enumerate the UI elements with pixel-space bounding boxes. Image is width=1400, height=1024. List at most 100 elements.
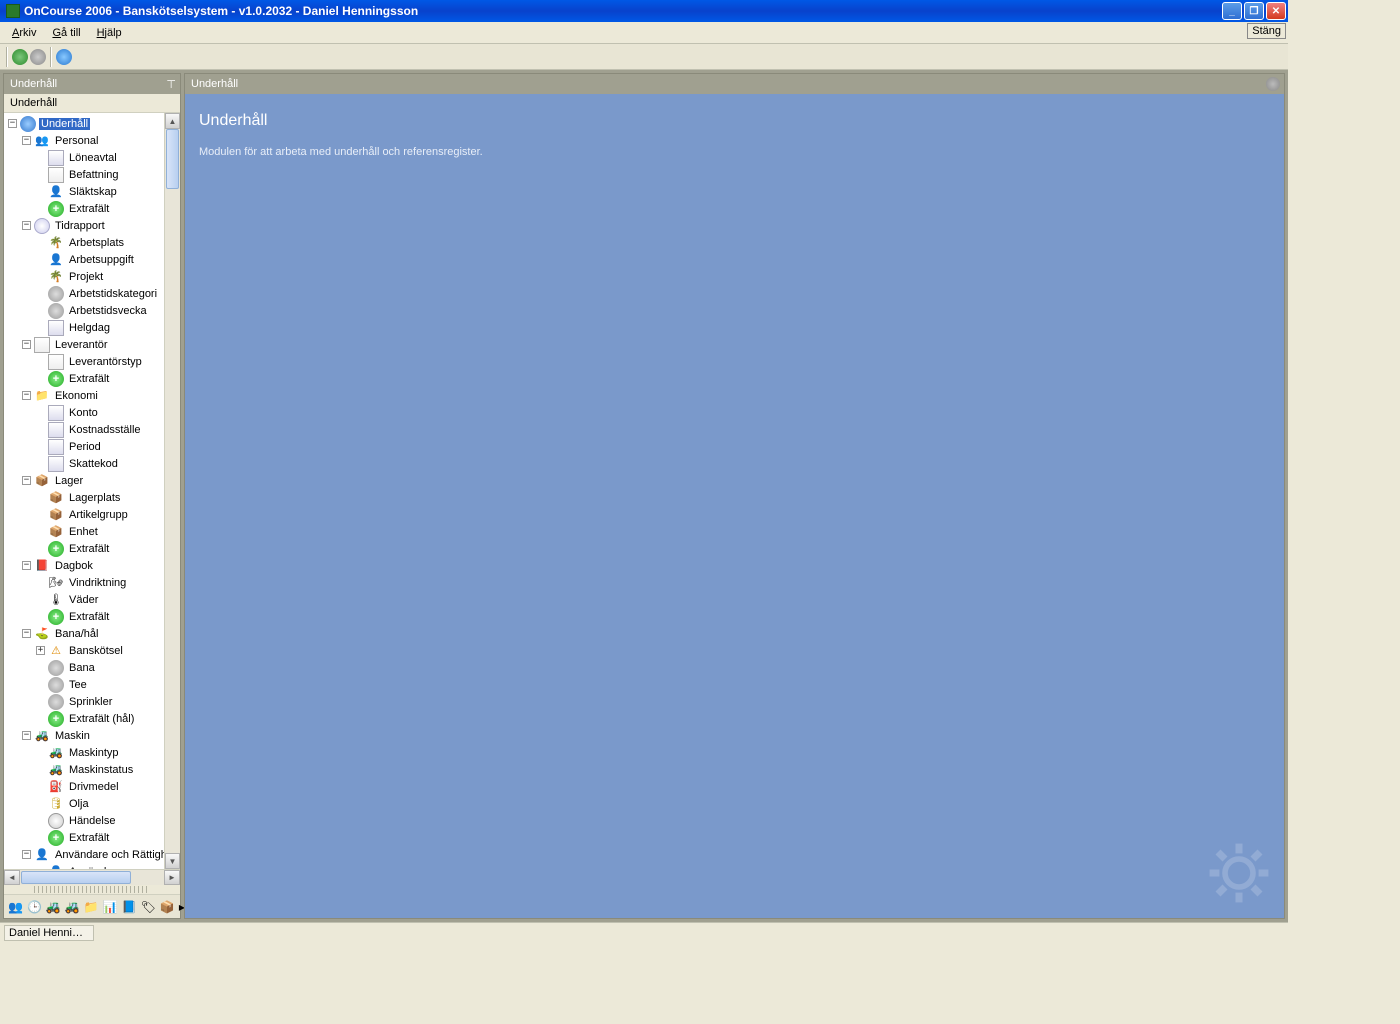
tree-node-bana[interactable]: Bana bbox=[4, 659, 180, 676]
tag-icon[interactable]: 🏷 bbox=[141, 899, 156, 915]
scroll-left-button[interactable]: ◄ bbox=[4, 870, 20, 885]
tree-node-olja[interactable]: 🛢Olja bbox=[4, 795, 180, 812]
tree-node-leverantor[interactable]: −Leverantör bbox=[4, 336, 180, 353]
plus-icon: + bbox=[48, 541, 64, 557]
tree-node-tidrapport[interactable]: −Tidrapport bbox=[4, 217, 180, 234]
tree-node-drivmedel[interactable]: ⛽Drivmedel bbox=[4, 778, 180, 795]
tree-node-projekt[interactable]: 🌴Projekt bbox=[4, 268, 180, 285]
tax-icon bbox=[48, 456, 64, 472]
horizontal-scrollbar[interactable]: ◄ ► bbox=[4, 869, 180, 885]
scroll-thumb[interactable] bbox=[166, 129, 179, 189]
scroll-down-button[interactable]: ▼ bbox=[165, 853, 180, 869]
tree-node-anvandare-sub[interactable]: 👤Användare bbox=[4, 863, 180, 869]
tree-node-maskinstatus[interactable]: 🚜Maskinstatus bbox=[4, 761, 180, 778]
warning-icon: ⚠ bbox=[48, 643, 64, 659]
week-icon bbox=[48, 303, 64, 319]
tree-node-extrafalt-hal[interactable]: +Extrafält (hål) bbox=[4, 710, 180, 727]
tree-node-arbetstidskategori[interactable]: Arbetstidskategori bbox=[4, 285, 180, 302]
content-help-icon[interactable] bbox=[1266, 77, 1280, 91]
tractor-icon[interactable]: 🚜 bbox=[46, 899, 61, 915]
tree-node-dagbok[interactable]: −📕Dagbok bbox=[4, 557, 180, 574]
maximize-button[interactable]: ❐ bbox=[1244, 2, 1264, 20]
tree-node-leverantorstyp[interactable]: Leverantörstyp bbox=[4, 353, 180, 370]
tree-node-enhet[interactable]: 📦Enhet bbox=[4, 523, 180, 540]
tractor-icon: 🚜 bbox=[34, 728, 50, 744]
tree-node-extrafalt[interactable]: +Extrafält bbox=[4, 608, 180, 625]
tree-node-sprinkler[interactable]: Sprinkler bbox=[4, 693, 180, 710]
tree-node-maskin[interactable]: −🚜Maskin bbox=[4, 727, 180, 744]
scroll-up-button[interactable]: ▲ bbox=[165, 113, 180, 129]
book-icon[interactable]: 📘 bbox=[122, 899, 137, 915]
tree-node-banskotsel[interactable]: +⚠Banskötsel bbox=[4, 642, 180, 659]
sidebar-title-label: Underhåll bbox=[10, 78, 57, 90]
menu-arkiv[interactable]: Arkiv bbox=[4, 25, 44, 41]
minimize-button[interactable]: _ bbox=[1222, 2, 1242, 20]
scroll-right-button[interactable]: ► bbox=[164, 870, 180, 885]
box-icon[interactable]: 📦 bbox=[160, 899, 175, 915]
tree-node-extrafalt[interactable]: +Extrafält bbox=[4, 829, 180, 846]
tree-node-banahal[interactable]: −⛳Bana/hål bbox=[4, 625, 180, 642]
palm-icon: 🌴 bbox=[48, 269, 64, 285]
content-heading: Underhåll bbox=[199, 112, 1270, 130]
costcenter-icon bbox=[48, 422, 64, 438]
box-icon: 📦 bbox=[48, 524, 64, 540]
box-icon: 📦 bbox=[48, 507, 64, 523]
tree-node-artikelgrupp[interactable]: 📦Artikelgrupp bbox=[4, 506, 180, 523]
tree-node-helgdag[interactable]: Helgdag bbox=[4, 319, 180, 336]
folder-icon[interactable]: 📁 bbox=[84, 899, 99, 915]
tree-node-handelse[interactable]: Händelse bbox=[4, 812, 180, 829]
tree-node-underhall[interactable]: −Underhåll bbox=[4, 115, 180, 132]
sprinkler-icon bbox=[48, 694, 64, 710]
tree-node-ekonomi[interactable]: −📁Ekonomi bbox=[4, 387, 180, 404]
tree-node-vindriktning[interactable]: 🌬Vindriktning bbox=[4, 574, 180, 591]
tractor-icon: 🚜 bbox=[48, 762, 64, 778]
sidebar: Underhåll ⊤ Underhåll −Underhåll −👥Perso… bbox=[3, 73, 181, 919]
tree-node-skattekod[interactable]: Skattekod bbox=[4, 455, 180, 472]
close-button[interactable]: ✕ bbox=[1266, 2, 1286, 20]
tree-node-maskintyp[interactable]: 🚜Maskintyp bbox=[4, 744, 180, 761]
supplier-icon bbox=[34, 337, 50, 353]
panel-gripper[interactable] bbox=[34, 886, 150, 893]
tree-node-loneavtal[interactable]: Löneavtal bbox=[4, 149, 180, 166]
tree-node-befattning[interactable]: Befattning bbox=[4, 166, 180, 183]
tree-node-extrafalt[interactable]: +Extrafält bbox=[4, 370, 180, 387]
tractor2-icon[interactable]: 🚜 bbox=[65, 899, 80, 915]
tree-node-extrafalt[interactable]: +Extrafält bbox=[4, 540, 180, 557]
scroll-thumb-h[interactable] bbox=[21, 871, 131, 884]
back-icon[interactable] bbox=[12, 49, 28, 65]
tree-node-period[interactable]: Period bbox=[4, 438, 180, 455]
tree-node-lager[interactable]: −📦Lager bbox=[4, 472, 180, 489]
tree-node-arbetstidsvecka[interactable]: Arbetstidsvecka bbox=[4, 302, 180, 319]
tree-node-anvandare[interactable]: −👤Användare och Rättighe bbox=[4, 846, 180, 863]
clock-icon[interactable]: 🕒 bbox=[27, 899, 42, 915]
toolbar-separator bbox=[50, 47, 52, 67]
wind-icon: 🌬 bbox=[48, 575, 64, 591]
tree-node-slaktskap[interactable]: 👤Släktskap bbox=[4, 183, 180, 200]
tree-node-tee[interactable]: Tee bbox=[4, 676, 180, 693]
workspace: Underhåll ⊤ Underhåll −Underhåll −👥Perso… bbox=[0, 70, 1288, 922]
tree-node-kostnadsstalle[interactable]: Kostnadsställe bbox=[4, 421, 180, 438]
tree-node-konto[interactable]: Konto bbox=[4, 404, 180, 421]
menu-hjalp[interactable]: Hjälp bbox=[89, 25, 130, 41]
menu-gatill[interactable]: Gå till bbox=[44, 25, 88, 41]
event-icon bbox=[48, 813, 64, 829]
worker-icon: 👤 bbox=[48, 252, 64, 268]
toolbar bbox=[0, 44, 1288, 70]
vertical-scrollbar[interactable]: ▲ ▼ bbox=[164, 113, 180, 869]
tree-node-extrafalt[interactable]: +Extrafält bbox=[4, 200, 180, 217]
tree-node-lagerplats[interactable]: 📦Lagerplats bbox=[4, 489, 180, 506]
tree-node-arbetsuppgift[interactable]: 👤Arbetsuppgift bbox=[4, 251, 180, 268]
book-icon: 📕 bbox=[34, 558, 50, 574]
forward-icon[interactable] bbox=[30, 49, 46, 65]
stang-button[interactable]: Stäng bbox=[1247, 23, 1286, 39]
course-icon bbox=[48, 660, 64, 676]
tree-node-personal[interactable]: −👥Personal bbox=[4, 132, 180, 149]
statusbar: Daniel Henningss... bbox=[0, 922, 1288, 942]
pin-icon[interactable]: ⊤ bbox=[166, 78, 176, 91]
tree-node-arbetsplats[interactable]: 🌴Arbetsplats bbox=[4, 234, 180, 251]
chart-icon[interactable]: 📊 bbox=[103, 899, 118, 915]
plus-icon: + bbox=[48, 609, 64, 625]
tree-node-vader[interactable]: 🌡Väder bbox=[4, 591, 180, 608]
help-icon[interactable] bbox=[56, 49, 72, 65]
people-icon[interactable]: 👥 bbox=[8, 899, 23, 915]
